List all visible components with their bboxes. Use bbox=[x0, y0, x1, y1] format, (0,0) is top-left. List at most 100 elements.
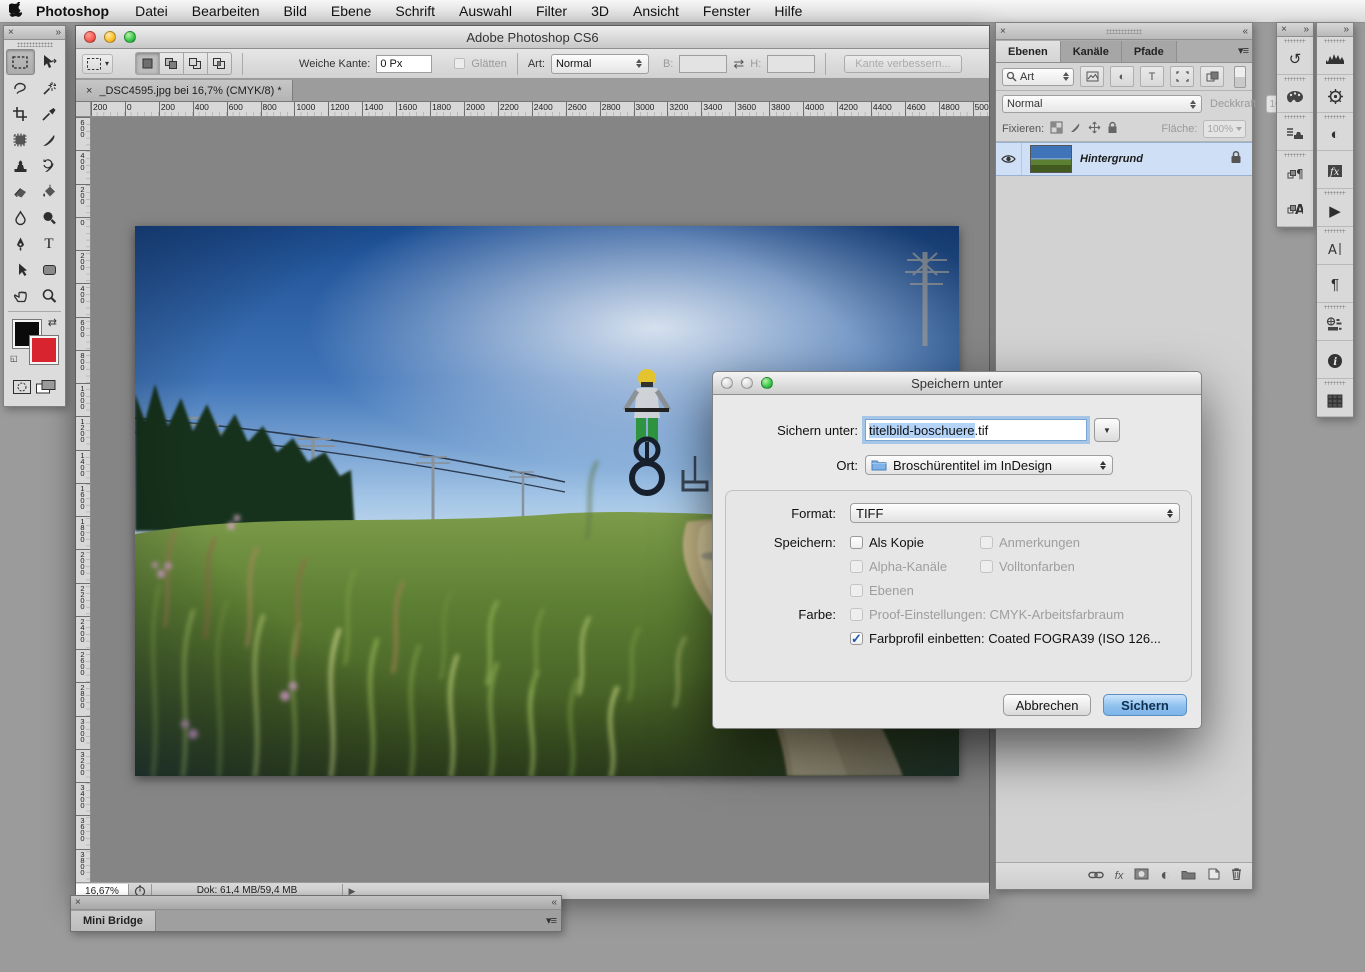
menu-item-schrift[interactable]: Schrift bbox=[383, 0, 447, 22]
filter-shape-layers-button[interactable] bbox=[1170, 66, 1194, 87]
character-panel-button[interactable]: A bbox=[1317, 227, 1353, 265]
clone-source-panel-button[interactable] bbox=[1277, 113, 1313, 151]
new-selection-mode-button[interactable] bbox=[135, 52, 160, 75]
tool-preset-picker[interactable]: ▾ bbox=[82, 54, 113, 74]
tools-close-icon[interactable]: × bbox=[8, 27, 14, 38]
link-layers-icon[interactable] bbox=[1088, 867, 1104, 885]
brush-tool[interactable] bbox=[35, 127, 64, 153]
filter-adjustment-layers-button[interactable]: ◐ bbox=[1110, 66, 1134, 87]
dodge-tool[interactable] bbox=[35, 205, 64, 231]
lock-all-icon[interactable] bbox=[1107, 121, 1118, 137]
path-selection-tool[interactable] bbox=[6, 257, 35, 283]
histogram-panel-button[interactable] bbox=[1317, 37, 1353, 75]
swap-dimensions-icon[interactable]: ⇄ bbox=[733, 56, 744, 72]
background-color-swatch[interactable] bbox=[30, 336, 58, 364]
menu-item-bearbeiten[interactable]: Bearbeiten bbox=[180, 0, 272, 22]
add-mask-icon[interactable] bbox=[1134, 867, 1149, 885]
character-styles-panel-button[interactable]: A bbox=[1277, 189, 1313, 227]
apple-logo-icon[interactable] bbox=[0, 2, 30, 20]
menu-item-ansicht[interactable]: Ansicht bbox=[621, 0, 691, 22]
pen-tool[interactable] bbox=[6, 231, 35, 257]
menu-item-auswahl[interactable]: Auswahl bbox=[447, 0, 524, 22]
lock-position-icon[interactable] bbox=[1088, 121, 1101, 137]
tab-ebenen[interactable]: Ebenen bbox=[996, 41, 1061, 62]
menu-item-fenster[interactable]: Fenster bbox=[691, 0, 762, 22]
color-panel-button[interactable] bbox=[1277, 75, 1313, 113]
3d-panel-button[interactable] bbox=[1317, 303, 1353, 341]
zoom-tool[interactable] bbox=[35, 283, 64, 309]
actions-panel-button[interactable]: ▶ bbox=[1317, 189, 1353, 227]
navigator-panel-button[interactable] bbox=[1317, 75, 1353, 113]
tools-grip[interactable] bbox=[17, 42, 53, 47]
tools-collapse-icon[interactable]: » bbox=[55, 27, 61, 38]
clone-stamp-tool[interactable] bbox=[6, 153, 35, 179]
checkbox-als-kopie[interactable]: Als Kopie bbox=[850, 535, 980, 550]
crop-tool[interactable] bbox=[6, 101, 35, 127]
delete-layer-icon[interactable] bbox=[1231, 867, 1242, 885]
tab-pfade[interactable]: Pfade bbox=[1122, 41, 1177, 62]
layers-close-icon[interactable]: × bbox=[1000, 26, 1006, 37]
layer-style-icon[interactable]: fx bbox=[1115, 870, 1124, 882]
history-brush-tool[interactable] bbox=[35, 153, 64, 179]
menu-item-hilfe[interactable]: Hilfe bbox=[762, 0, 814, 22]
layer-name[interactable]: Hintergrund bbox=[1080, 153, 1230, 165]
tab-kanaele[interactable]: Kanäle bbox=[1061, 41, 1122, 62]
dialog-zoom-button[interactable] bbox=[761, 377, 773, 389]
expand-dialog-button[interactable]: ▼ bbox=[1094, 418, 1120, 442]
paragraph-styles-panel-button[interactable]: ¶ bbox=[1277, 151, 1313, 189]
save-button[interactable]: Sichern bbox=[1103, 694, 1187, 716]
magic-wand-tool[interactable] bbox=[35, 75, 64, 101]
menu-item-3d[interactable]: 3D bbox=[579, 0, 621, 22]
blend-mode-dropdown[interactable]: Normal bbox=[1002, 95, 1202, 113]
history-panel-button[interactable]: ↺ bbox=[1277, 37, 1313, 75]
minibridge-collapse-icon[interactable]: « bbox=[551, 897, 557, 908]
filename-input[interactable]: titelbild-boschuere.tif bbox=[865, 419, 1087, 441]
shape-tool[interactable] bbox=[35, 257, 64, 283]
menu-item-datei[interactable]: Datei bbox=[123, 0, 180, 22]
rectangular-marquee-tool[interactable] bbox=[6, 49, 35, 75]
subtract-selection-mode-button[interactable] bbox=[184, 52, 208, 75]
quick-mask-button[interactable] bbox=[12, 379, 32, 400]
intersect-selection-mode-button[interactable] bbox=[208, 52, 232, 75]
location-popup[interactable]: Broschürentitel im InDesign bbox=[865, 455, 1113, 475]
swatches-panel-button[interactable] bbox=[1317, 379, 1353, 417]
paint-bucket-tool[interactable] bbox=[35, 179, 64, 205]
screen-mode-button[interactable] bbox=[35, 379, 57, 400]
styles-panel-button[interactable]: fx bbox=[1317, 151, 1353, 189]
filter-pixel-layers-button[interactable] bbox=[1080, 66, 1104, 87]
layers-collapse-icon[interactable]: « bbox=[1242, 26, 1248, 37]
tab-mini-bridge[interactable]: Mini Bridge bbox=[71, 911, 156, 931]
paragraph-panel-button[interactable]: ¶ bbox=[1317, 265, 1353, 303]
minibridge-menu-icon[interactable]: ▾≡ bbox=[546, 914, 556, 927]
add-selection-mode-button[interactable] bbox=[160, 52, 184, 75]
feather-input[interactable]: 0 Px bbox=[376, 55, 432, 73]
format-popup[interactable]: TIFF bbox=[850, 503, 1180, 523]
menu-item-ebene[interactable]: Ebene bbox=[319, 0, 383, 22]
minibridge-close-icon[interactable]: × bbox=[75, 897, 81, 908]
menu-item-filter[interactable]: Filter bbox=[524, 0, 579, 22]
layer-row-hintergrund[interactable]: Hintergrund bbox=[996, 142, 1252, 176]
swap-colors-icon[interactable]: ⇄ bbox=[48, 316, 57, 329]
zoom-window-button[interactable] bbox=[124, 31, 136, 43]
eraser-tool[interactable] bbox=[6, 179, 35, 205]
menu-item-photoshop[interactable]: Photoshop bbox=[30, 0, 123, 22]
lock-pixels-icon[interactable] bbox=[1069, 121, 1082, 137]
strip-close-icon[interactable]: × bbox=[1281, 24, 1287, 35]
document-tab[interactable]: × _DSC4595.jpg bei 16,7% (CMYK/8) * bbox=[76, 80, 293, 101]
dialog-minimize-button[interactable] bbox=[741, 377, 753, 389]
minimize-window-button[interactable] bbox=[104, 31, 116, 43]
eyedropper-tool[interactable] bbox=[35, 101, 64, 127]
layer-thumbnail[interactable] bbox=[1030, 145, 1072, 173]
lock-transparency-icon[interactable] bbox=[1050, 121, 1063, 137]
new-group-icon[interactable] bbox=[1181, 867, 1196, 885]
layer-filter-toggle[interactable] bbox=[1234, 66, 1246, 88]
healing-brush-tool[interactable] bbox=[6, 127, 35, 153]
menu-item-bild[interactable]: Bild bbox=[272, 0, 319, 22]
close-window-button[interactable] bbox=[84, 31, 96, 43]
move-tool[interactable] bbox=[35, 49, 64, 75]
hand-tool[interactable] bbox=[6, 283, 35, 309]
adjustment-layer-icon[interactable]: ◐ bbox=[1160, 867, 1170, 885]
layers-grip[interactable] bbox=[1106, 29, 1142, 34]
layer-visibility-toggle[interactable] bbox=[996, 143, 1022, 175]
lasso-tool[interactable] bbox=[6, 75, 35, 101]
